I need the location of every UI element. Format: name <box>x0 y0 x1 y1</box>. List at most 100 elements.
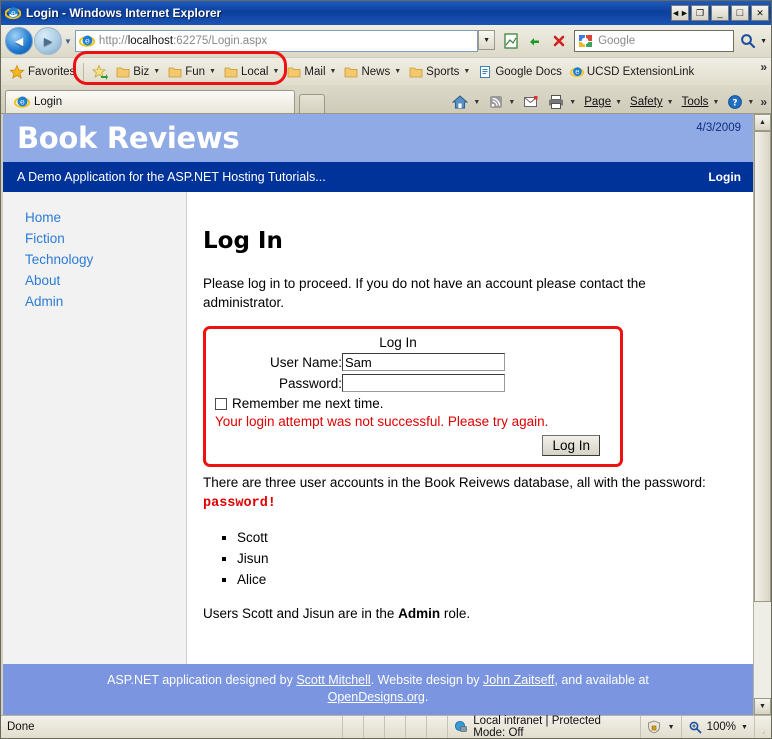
zoom-level: 100% <box>706 721 737 733</box>
favorites-item-local[interactable]: Local ▼ <box>220 65 283 79</box>
chevron-down-icon[interactable]: ▼ <box>473 99 480 106</box>
feeds-icon <box>490 96 503 108</box>
security-zone-label: Local intranet | Protected Mode: Off <box>473 715 601 739</box>
chevron-down-icon[interactable]: ▼ <box>615 99 622 106</box>
address-input[interactable]: e http://localhost:62275/Login.aspx <box>74 30 479 52</box>
favorites-overflow-icon[interactable]: » <box>760 60 767 74</box>
google-logo-icon <box>578 34 594 48</box>
search-go-icon[interactable] <box>737 30 759 52</box>
username-input[interactable] <box>342 353 505 371</box>
chevron-down-icon[interactable]: ▼ <box>712 99 719 106</box>
svg-text:e: e <box>85 36 90 45</box>
favorites-button[interactable]: Favorites <box>5 63 79 80</box>
favorites-item-mail[interactable]: Mail ▼ <box>283 65 340 79</box>
resize-grip[interactable] <box>755 716 771 738</box>
print-button[interactable]: ▼ <box>543 94 580 110</box>
zoom-icon <box>689 721 702 734</box>
chevron-down-icon[interactable]: ▼ <box>463 68 470 75</box>
scrollbar-thumb[interactable] <box>754 131 771 602</box>
favorites-item-fun[interactable]: Fun ▼ <box>164 65 220 79</box>
footer-link-opendesigns[interactable]: OpenDesigns.org <box>328 690 425 704</box>
remember-me-row[interactable]: Remember me next time. <box>215 396 606 411</box>
sidebar-item-technology[interactable]: Technology <box>25 250 186 270</box>
new-tab-button[interactable] <box>299 94 325 113</box>
footer-link-scott-mitchell[interactable]: Scott Mitchell <box>296 673 370 687</box>
maximize-button[interactable]: □ <box>731 5 749 21</box>
vertical-scrollbar[interactable]: ▲ ▼ <box>753 114 771 715</box>
status-cell-5 <box>427 716 449 738</box>
chevron-down-icon[interactable]: ▼ <box>330 68 337 75</box>
chevron-down-icon[interactable]: ▼ <box>569 99 576 106</box>
safety-menu-button[interactable]: Safety ▼ <box>626 96 678 108</box>
mail-button[interactable] <box>519 95 543 109</box>
login-submit-button[interactable]: Log In <box>542 435 600 456</box>
footer-text-4: . <box>424 690 429 704</box>
chevron-down-icon[interactable]: ▼ <box>209 68 216 75</box>
favorites-item-news[interactable]: News ▼ <box>340 65 405 79</box>
restore-down-button[interactable]: ❐ <box>691 5 709 21</box>
forward-button[interactable]: ► <box>34 27 62 55</box>
minimize-button[interactable]: _ <box>711 5 729 21</box>
title-bar: e Login - Windows Internet Explorer ◄► ❐… <box>1 1 771 25</box>
status-cell-4 <box>406 716 428 738</box>
sidebar-item-admin[interactable]: Admin <box>25 292 186 312</box>
favorites-item-biz[interactable]: Biz ▼ <box>112 65 164 79</box>
status-cell-1 <box>343 716 365 738</box>
browser-window: e Login - Windows Internet Explorer ◄► ❐… <box>0 0 772 739</box>
search-dropdown-icon[interactable]: ▼ <box>760 38 767 45</box>
page-menu-button[interactable]: Page ▼ <box>580 96 626 108</box>
back-button[interactable]: ◄ <box>5 27 33 55</box>
favorites-item-label: Fun <box>185 65 206 78</box>
compatibility-view-icon[interactable] <box>500 30 522 52</box>
stop-icon[interactable] <box>548 30 570 52</box>
sidebar: Home Fiction Technology About Admin <box>3 192 187 664</box>
accounts-list: Scott Jisun Alice <box>221 527 725 590</box>
chevron-down-icon[interactable]: ▼ <box>508 99 515 106</box>
address-text: http://localhost:62275/Login.aspx <box>98 35 268 47</box>
favorites-item-google-docs[interactable]: Google Docs <box>474 65 565 79</box>
address-host: localhost <box>127 35 174 47</box>
chevron-down-icon[interactable]: ▼ <box>747 99 754 106</box>
tools-menu-button[interactable]: Tools ▼ <box>678 96 724 108</box>
site-footer: ASP.NET application designed by Scott Mi… <box>3 664 753 715</box>
scrollbar-track[interactable] <box>754 131 771 698</box>
security-zone[interactable]: Local intranet | Protected Mode: Off <box>448 715 641 739</box>
chevron-down-icon[interactable]: ▼ <box>394 68 401 75</box>
chevron-down-icon[interactable]: ▼ <box>667 99 674 106</box>
chevron-down-icon[interactable]: ▼ <box>668 724 675 731</box>
add-to-favorites-bar-button[interactable] <box>88 63 112 80</box>
favorites-item-sports[interactable]: Sports ▼ <box>405 65 474 79</box>
history-dropdown-icon[interactable]: ▼ <box>64 37 72 46</box>
scroll-up-button[interactable]: ▲ <box>754 114 771 131</box>
chevron-down-icon[interactable]: ▼ <box>272 68 279 75</box>
close-button[interactable]: ✕ <box>751 5 769 21</box>
address-dropdown-button[interactable]: ▼ <box>478 30 496 50</box>
privacy-report-button[interactable]: ▼ <box>641 716 682 738</box>
chevron-down-icon[interactable]: ▼ <box>153 68 160 75</box>
command-bar-overflow-icon[interactable]: » <box>760 95 767 109</box>
chevron-down-icon[interactable]: ▼ <box>741 724 748 731</box>
password-input[interactable] <box>342 374 505 392</box>
feeds-button[interactable]: ▼ <box>484 94 519 110</box>
sidebar-item-fiction[interactable]: Fiction <box>25 229 186 249</box>
refresh-icon[interactable] <box>524 30 546 52</box>
scroll-down-button[interactable]: ▼ <box>754 698 771 715</box>
search-input[interactable]: Google <box>574 30 735 52</box>
web-page: Book Reviews 4/3/2009 A Demo Application… <box>1 114 753 715</box>
accounts-intro: There are three user accounts in the Boo… <box>203 473 725 513</box>
page-viewport: Book Reviews 4/3/2009 A Demo Application… <box>1 113 771 715</box>
home-button[interactable]: ▼ <box>447 94 484 110</box>
sidebar-item-home[interactable]: Home <box>25 208 186 228</box>
favorites-item-ucsd-extensionlink[interactable]: e UCSD ExtensionLink <box>566 65 698 79</box>
restore-small-button[interactable]: ◄► <box>671 5 689 21</box>
header-login-link[interactable]: Login <box>708 170 741 184</box>
zoom-control[interactable]: 100% ▼ <box>682 716 755 738</box>
window-buttons: ◄► ❐ _ □ ✕ <box>671 5 769 21</box>
tab-login[interactable]: e Login <box>5 90 295 113</box>
privacy-lock-icon <box>647 720 660 734</box>
remember-me-checkbox[interactable] <box>215 397 227 410</box>
footer-link-john-zaitseff[interactable]: John Zaitseff <box>483 673 554 687</box>
password-label: Password: <box>278 375 342 391</box>
help-menu-button[interactable]: ? ▼ <box>723 94 758 110</box>
sidebar-item-about[interactable]: About <box>25 271 186 291</box>
